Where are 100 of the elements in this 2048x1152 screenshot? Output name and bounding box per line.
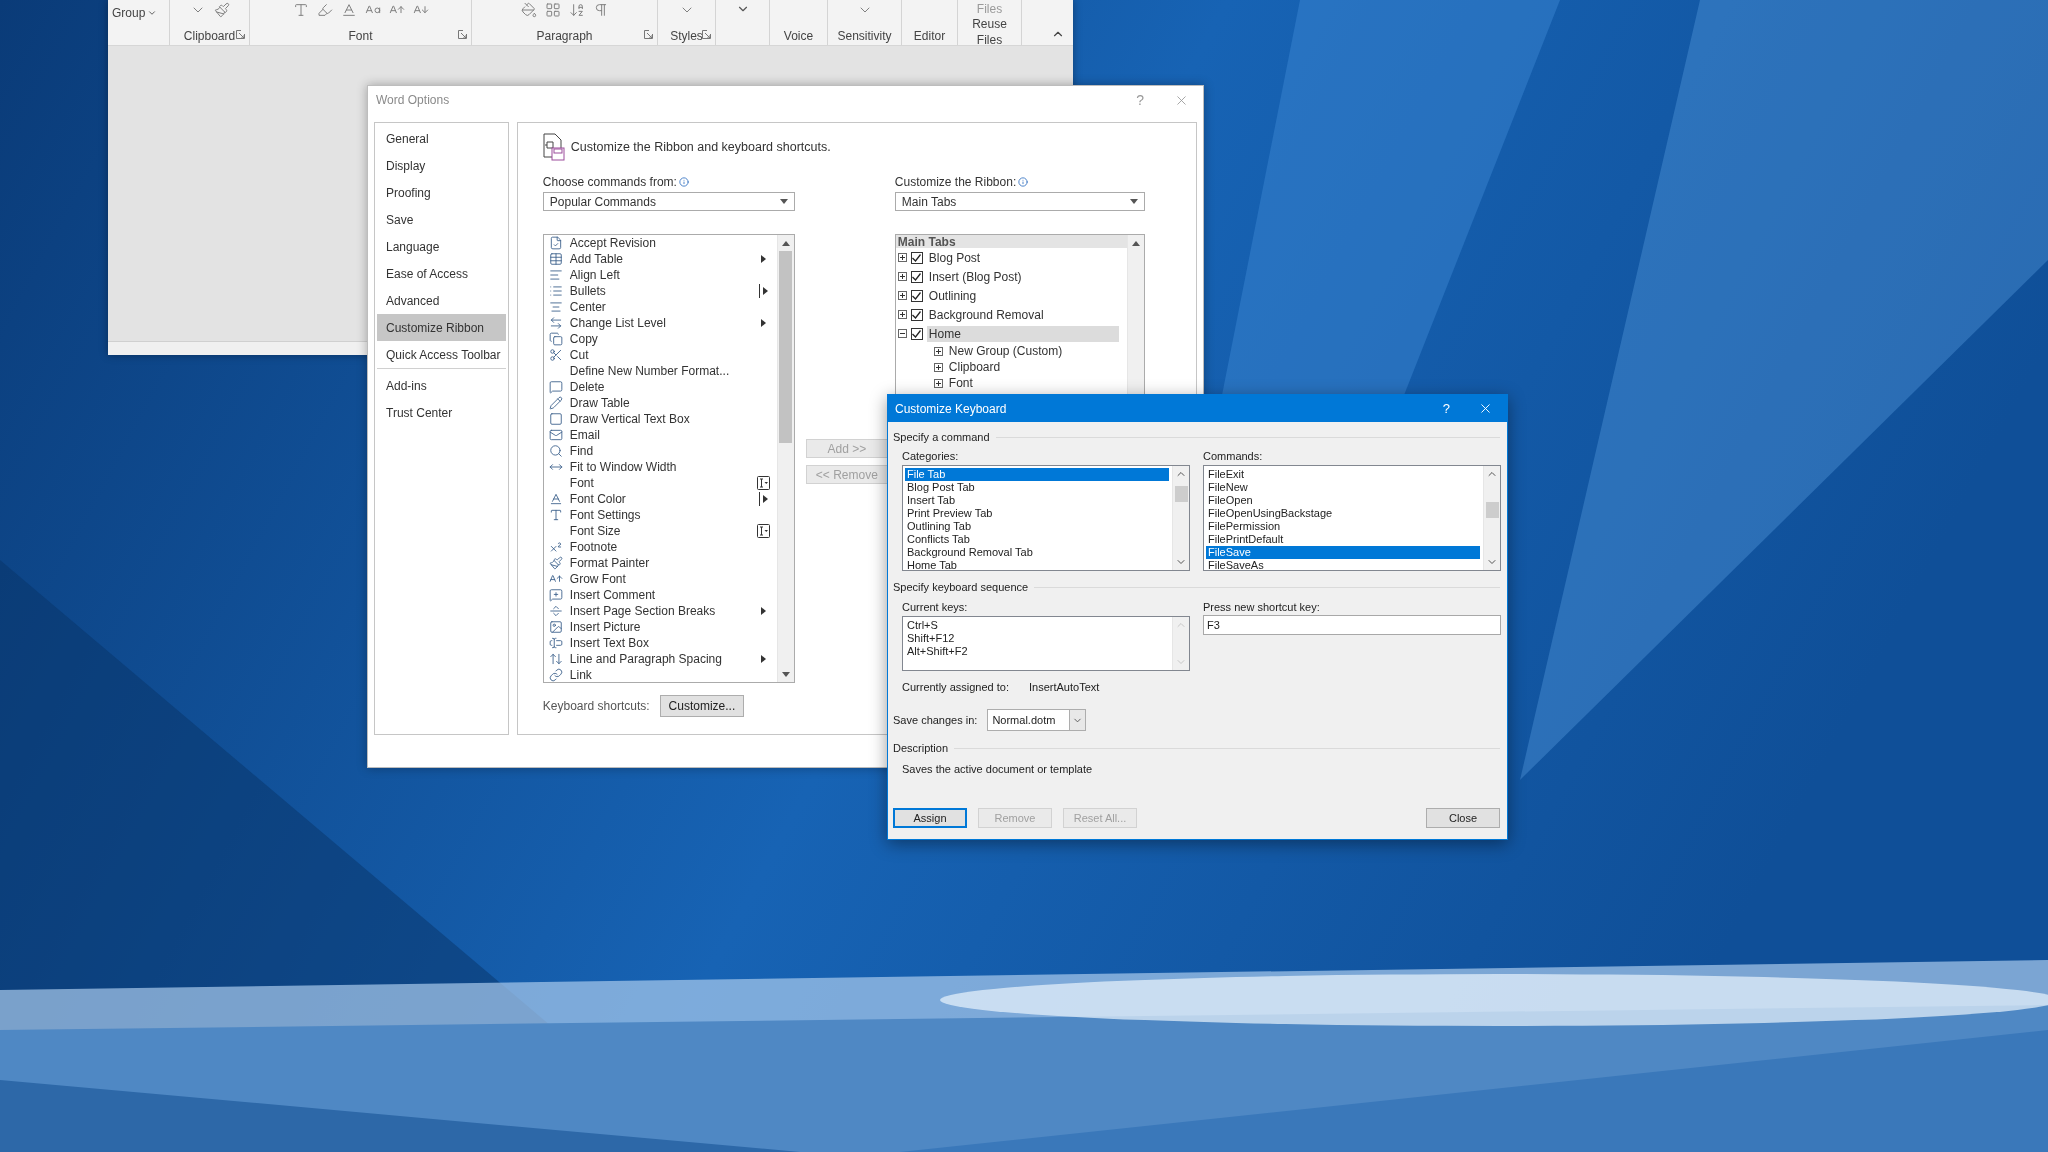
list-item[interactable]: FileSaveAs — [1206, 559, 1480, 570]
command-item[interactable]: Draw Vertical Text Box — [543, 411, 777, 427]
list-item[interactable]: Background Removal Tab — [905, 546, 1169, 559]
command-item[interactable]: Delete — [543, 379, 777, 395]
tree-item[interactable]: Blog Post — [926, 249, 983, 266]
command-item[interactable]: Link — [543, 667, 777, 682]
commands-from-dropdown[interactable]: Popular Commands — [542, 192, 795, 211]
tree-item[interactable]: Font — [946, 375, 975, 391]
list-item[interactable]: FileOpenUsingBackstage — [1206, 507, 1480, 520]
expand-icon[interactable] — [933, 362, 943, 372]
dialog-launcher-icon[interactable] — [702, 30, 711, 39]
shortcut-key-field[interactable]: F3 — [1203, 615, 1501, 635]
font-color-icon[interactable] — [340, 2, 357, 18]
sidebar-item[interactable]: Advanced — [377, 287, 506, 314]
sidebar-item[interactable]: Customize Ribbon — [377, 314, 506, 341]
expand-icon[interactable] — [933, 346, 943, 356]
command-item[interactable]: Draw Table — [543, 395, 777, 411]
info-icon[interactable] — [1018, 176, 1029, 187]
expand-icon[interactable] — [933, 378, 943, 388]
command-item[interactable]: Copy — [543, 331, 777, 347]
collapse-icon[interactable] — [897, 329, 907, 338]
paintbrush-icon[interactable] — [213, 2, 230, 18]
sidebar-item[interactable]: General — [377, 125, 506, 152]
list-item[interactable]: Conflicts Tab — [905, 533, 1169, 546]
expand-icon[interactable] — [897, 272, 907, 281]
sidebar-item[interactable]: Quick Access Toolbar — [377, 341, 506, 368]
command-item[interactable]: Insert Comment — [543, 587, 777, 603]
highlighter-icon[interactable] — [316, 2, 333, 18]
command-item[interactable]: Find — [543, 443, 777, 459]
checkbox[interactable] — [910, 251, 923, 264]
scrollbar[interactable] — [776, 235, 794, 682]
info-icon[interactable] — [678, 176, 689, 187]
customize-button[interactable]: Customize... — [659, 695, 745, 717]
scroll-down-icon[interactable] — [781, 671, 790, 677]
command-item[interactable]: Footnote — [543, 539, 777, 555]
checkbox[interactable] — [910, 327, 923, 340]
list-item[interactable]: Shift+F12 — [905, 632, 1169, 645]
list-item[interactable]: Outlining Tab — [905, 520, 1169, 533]
list-item[interactable]: Alt+Shift+F2 — [905, 645, 1169, 658]
command-item[interactable]: Center — [543, 299, 777, 315]
grid-icon[interactable] — [544, 2, 561, 18]
command-item[interactable]: Bullets — [543, 283, 777, 299]
close-icon[interactable] — [1478, 401, 1493, 416]
list-item[interactable]: FileOpen — [1206, 494, 1480, 507]
expand-icon[interactable] — [897, 291, 907, 300]
scrollbar-thumb[interactable] — [1174, 486, 1188, 502]
command-item[interactable]: Fit to Window Width — [543, 459, 777, 475]
command-item[interactable]: Cut — [543, 347, 777, 363]
help-icon[interactable]: ? — [1442, 401, 1450, 416]
command-item[interactable]: Insert Picture — [543, 619, 777, 635]
sidebar-item[interactable]: Trust Center — [377, 399, 506, 426]
command-item[interactable]: Insert Text Box — [543, 635, 777, 651]
sort-icon[interactable] — [568, 2, 585, 18]
command-item[interactable]: Change List Level — [543, 315, 777, 331]
list-item[interactable]: FileNew — [1206, 481, 1480, 494]
command-item[interactable]: Email — [543, 427, 777, 443]
list-item[interactable]: FilePermission — [1206, 520, 1480, 533]
list-item[interactable]: FileSave — [1206, 546, 1480, 559]
dialog-launcher-icon[interactable] — [236, 30, 245, 39]
tree-item[interactable]: Home — [926, 325, 1119, 342]
list-item[interactable]: Print Preview Tab — [905, 507, 1169, 520]
sidebar-item[interactable]: Language — [377, 233, 506, 260]
sidebar-item[interactable]: Proofing — [377, 179, 506, 206]
sidebar-item[interactable]: Ease of Access — [377, 260, 506, 287]
text-icon[interactable] — [292, 2, 309, 18]
command-item[interactable]: Define New Number Format... — [543, 363, 777, 379]
list-item[interactable]: Insert Tab — [905, 494, 1169, 507]
list-item[interactable]: Home Tab — [905, 559, 1169, 570]
list-item[interactable]: FileExit — [1206, 468, 1480, 481]
sidebar-item[interactable]: Save — [377, 206, 506, 233]
tree-item[interactable]: New Group (Custom) — [946, 343, 1065, 359]
list-item[interactable]: File Tab — [905, 468, 1169, 481]
tree-item[interactable]: Clipboard — [946, 359, 1003, 375]
dialog-launcher-icon[interactable] — [644, 30, 653, 39]
sidebar-item[interactable]: Add-ins — [377, 368, 506, 399]
scroll-up-icon[interactable] — [781, 240, 790, 246]
scrollbar-thumb[interactable] — [1485, 502, 1499, 518]
checkbox[interactable] — [910, 308, 923, 321]
checkbox[interactable] — [910, 289, 923, 302]
command-item[interactable]: Accept Revision — [543, 235, 777, 251]
tree-item[interactable]: Background Removal — [926, 306, 1046, 323]
close-button[interactable]: Close — [1426, 808, 1500, 828]
command-item[interactable]: Grow Font — [543, 571, 777, 587]
dropdown-arrow-icon[interactable] — [779, 199, 788, 204]
sidebar-item[interactable]: Display — [377, 152, 506, 179]
save-in-dropdown[interactable]: Normal.dotm — [987, 709, 1087, 731]
command-item[interactable]: Add Table — [543, 251, 777, 267]
list-item[interactable]: Blog Post Tab — [905, 481, 1169, 494]
expand-icon[interactable] — [897, 253, 907, 262]
command-item[interactable]: Font Settings — [543, 507, 777, 523]
dialog-launcher-icon[interactable] — [458, 30, 467, 39]
scrollbar-thumb[interactable] — [779, 251, 793, 443]
command-item[interactable]: Format Painter — [543, 555, 777, 571]
command-item[interactable]: Align Left — [543, 267, 777, 283]
list-item[interactable]: Ctrl+S — [905, 619, 1169, 632]
scrollbar[interactable] — [1483, 466, 1500, 570]
command-item[interactable]: Font Size — [543, 523, 777, 539]
scrollbar[interactable] — [1172, 466, 1189, 570]
group-button[interactable]: Group — [108, 4, 169, 22]
ribbon-tabs-dropdown[interactable]: Main Tabs — [894, 192, 1145, 211]
